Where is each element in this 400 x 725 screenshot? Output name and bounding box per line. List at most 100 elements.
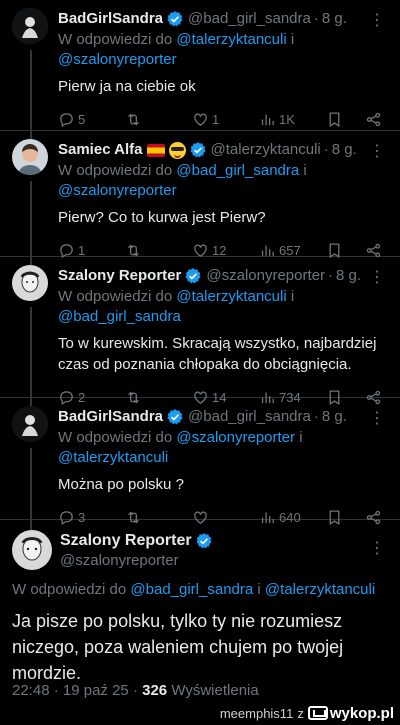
tweet-4[interactable]: BadGirlSandra @bad_girl_sandra · 8 g. ⋮ …: [0, 398, 400, 525]
author-name[interactable]: Szalony Reporter: [60, 530, 192, 552]
bookmark-icon[interactable]: [326, 111, 343, 128]
mention-link[interactable]: @talerzyktanculi: [265, 581, 375, 598]
more-icon[interactable]: ⋮: [369, 267, 386, 287]
views-button[interactable]: 657: [259, 242, 307, 259]
views-button[interactable]: 640: [259, 509, 307, 526]
share-icon[interactable]: [365, 509, 382, 526]
thread-line: [30, 50, 32, 131]
author-name[interactable]: Samiec Alfa: [58, 139, 143, 161]
post-date[interactable]: 19 paź 25: [63, 682, 129, 699]
reply-conjunction: i: [299, 429, 303, 446]
author-handle[interactable]: @szalonyreporter: [60, 552, 179, 569]
thread-line: [30, 520, 32, 530]
mention-link[interactable]: @talerzyktanculi: [176, 288, 286, 305]
bookmark-icon[interactable]: [326, 509, 343, 526]
mention-link[interactable]: @bad_girl_sandra: [58, 308, 181, 325]
tweet-text: Można po polsku ?: [58, 476, 184, 493]
author-handle[interactable]: @szalonyreporter: [206, 265, 325, 287]
like-button[interactable]: [192, 509, 240, 526]
like-icon: [194, 113, 207, 126]
tweet-2[interactable]: Samiec Alfa @talerzyktanculi · 8 g. ⋮ W …: [0, 131, 400, 259]
avatar[interactable]: [12, 265, 48, 301]
thread-line: [30, 398, 32, 406]
more-icon[interactable]: ⋮: [369, 141, 386, 161]
bookmark-icon[interactable]: [326, 242, 343, 259]
reply-icon: [60, 243, 73, 258]
retweet-icon: [128, 511, 139, 523]
tweet-text: Ja pisze po polsku, tylko ty nie rozumie…: [12, 611, 344, 683]
share-icon[interactable]: [365, 111, 382, 128]
post-time[interactable]: 22:48: [12, 682, 50, 699]
author-name[interactable]: Szalony Reporter: [58, 265, 181, 287]
verified-badge-icon: [166, 10, 184, 28]
separator-dot: ·: [327, 267, 333, 284]
mention-link[interactable]: @talerzyktanculi: [58, 449, 168, 466]
reply-prefix: W odpowiedzi do: [58, 31, 173, 48]
thread-line: [30, 131, 32, 139]
avatar[interactable]: [12, 530, 52, 570]
share-icon[interactable]: [365, 242, 382, 259]
mention-link[interactable]: @szalonyreporter: [176, 429, 295, 446]
tweet-meta: 22:48 · 19 paź 25 · 326 Wyświetlenia: [12, 682, 259, 699]
separator-dot: ·: [313, 408, 319, 425]
author-handle[interactable]: @bad_girl_sandra: [188, 406, 311, 428]
sunglasses-emoji-icon: [168, 141, 186, 159]
more-icon[interactable]: ⋮: [369, 538, 386, 558]
timestamp[interactable]: 8 g.: [332, 139, 357, 161]
watermark-z: z: [297, 705, 304, 721]
retweet-button[interactable]: [125, 111, 173, 128]
tweet-header: BadGirlSandra @bad_girl_sandra · 8 g.: [58, 406, 386, 428]
wykop-logo: wykop.pl: [307, 705, 394, 722]
timestamp[interactable]: 8 g.: [336, 265, 361, 287]
reply-context: W odpowiedzi do @bad_girl_sandra i @tale…: [12, 580, 375, 600]
timestamp[interactable]: 8 g.: [322, 406, 347, 428]
tweet-3[interactable]: Szalony Reporter @szalonyreporter · 8 g.…: [0, 257, 400, 405]
views-button[interactable]: 1K: [259, 111, 307, 128]
reply-conjunction: i: [290, 288, 295, 305]
verified-badge-icon: [166, 408, 184, 426]
mention-link[interactable]: @szalonyreporter: [58, 51, 177, 68]
author-name[interactable]: BadGirlSandra: [58, 8, 163, 30]
mention-link[interactable]: @talerzyktanculi: [176, 31, 286, 48]
reply-button[interactable]: 1: [58, 242, 106, 259]
watermark-user: meemphis11: [219, 705, 294, 721]
author-handle[interactable]: @bad_girl_sandra: [188, 8, 311, 30]
author-handle[interactable]: @talerzyktanculi: [211, 139, 321, 161]
mention-link[interactable]: @szalonyreporter: [58, 182, 177, 199]
retweet-button[interactable]: [125, 509, 173, 526]
tweet-header: Szalony Reporter @szalonyreporter · 8 g.: [58, 265, 386, 287]
reply-count: 3: [78, 509, 86, 525]
end-actions: [326, 111, 382, 128]
mention-link[interactable]: @bad_girl_sandra: [130, 581, 253, 598]
like-button[interactable]: 1: [192, 111, 240, 128]
like-icon: [194, 244, 207, 257]
reply-button[interactable]: 5: [58, 111, 106, 128]
more-icon[interactable]: ⋮: [369, 10, 386, 30]
tweet-text: Pierw ja na ciebie ok: [58, 78, 196, 95]
reply-context: W odpowiedzi do @szalonyreporter i @tale…: [58, 428, 386, 468]
verified-badge-icon: [184, 267, 202, 285]
timestamp[interactable]: 8 g.: [322, 8, 347, 30]
more-icon[interactable]: ⋮: [369, 408, 386, 428]
tweet-1[interactable]: BadGirlSandra @bad_girl_sandra · 8 g. ⋮ …: [0, 0, 400, 131]
avatar[interactable]: [12, 139, 48, 175]
reply-conjunction: i: [257, 581, 261, 598]
mention-link[interactable]: @bad_girl_sandra: [176, 162, 299, 179]
views-count: 657: [279, 242, 301, 258]
avatar[interactable]: [12, 406, 48, 442]
views-count: 640: [279, 509, 301, 525]
like-count: 1: [212, 111, 220, 127]
like-button[interactable]: 12: [192, 242, 240, 259]
reply-button[interactable]: 3: [58, 509, 106, 526]
retweet-button[interactable]: [125, 242, 173, 259]
tweet-header: Samiec Alfa @talerzyktanculi · 8 g.: [58, 139, 386, 161]
views-count: 326: [142, 682, 168, 699]
verified-badge-icon: [189, 141, 207, 159]
retweet-icon: [128, 244, 139, 256]
retweet-icon: [128, 113, 139, 125]
avatar[interactable]: [12, 8, 48, 44]
thread-line: [30, 257, 32, 265]
reply-icon: [60, 510, 73, 525]
author-name[interactable]: BadGirlSandra: [58, 406, 163, 428]
reply-conjunction: i: [290, 31, 295, 48]
